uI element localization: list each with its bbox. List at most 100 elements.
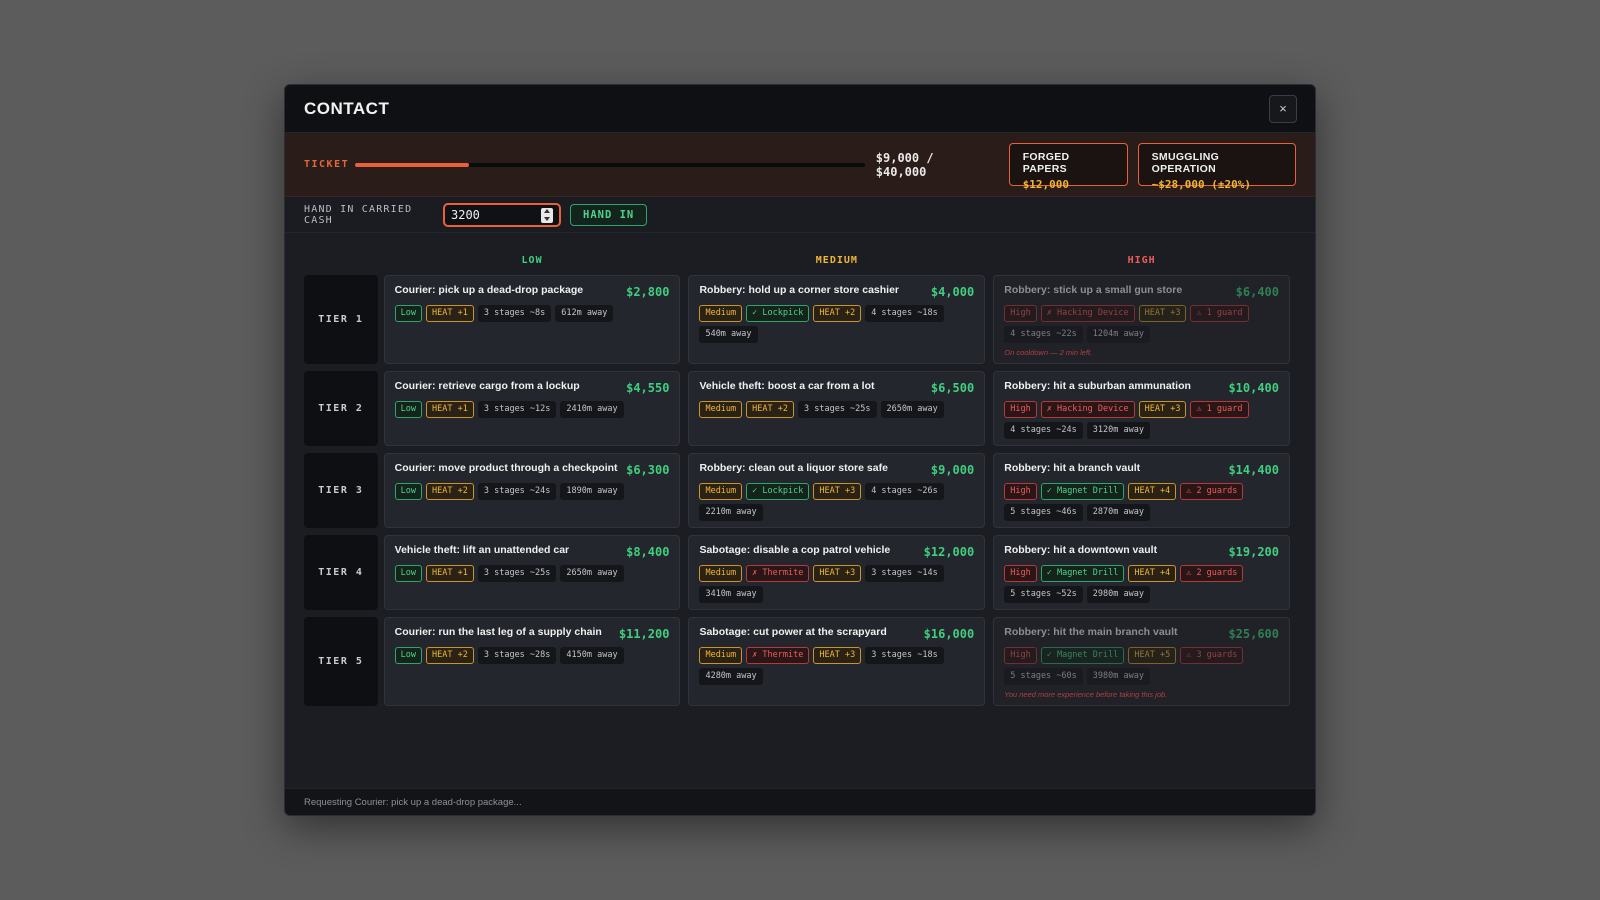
job-card-header: Courier: run the last leg of a supply ch… — [395, 626, 670, 641]
job-price: $10,400 — [1228, 381, 1280, 395]
job-tag-heat: HEAT +3 — [813, 565, 862, 582]
job-card[interactable]: Sabotage: disable a cop patrol vehicle $1… — [688, 535, 986, 610]
job-card[interactable]: Vehicle theft: lift an unattended car $8,… — [383, 535, 681, 610]
job-card[interactable]: Robbery: hit a branch vault $14,400 High ✓ … — [993, 453, 1291, 528]
job-grid: LOW MEDIUM HIGH TIER 1 Courier: pick up a… — [304, 245, 1298, 706]
status-text: Requesting Courier: pick up a dead-drop … — [304, 796, 522, 808]
job-tags: Medium HEAT +2 3 stages ~25s 2650m away — [699, 401, 974, 418]
job-price: $6,400 — [1235, 285, 1280, 299]
job-tag-heat: HEAT +3 — [1138, 305, 1187, 322]
job-card-header: Vehicle theft: lift an unattended car $8,… — [395, 544, 670, 559]
tier-rows: TIER 1 Courier: pick up a dead-drop packa… — [304, 275, 1298, 706]
job-title: Robbery: hit the main branch vault — [1004, 626, 1178, 638]
tier-row: TIER 3 Courier: move product through a ch… — [304, 453, 1298, 528]
job-tag-info: 2650m away — [880, 401, 944, 418]
job-card[interactable]: Courier: move product through a checkpoi… — [383, 453, 681, 528]
job-tag-info: 2980m away — [1086, 586, 1150, 603]
ticket-amount: $9,000 / $40,000 — [875, 150, 934, 179]
ticket-progress-bar — [354, 162, 865, 167]
job-price: $19,200 — [1228, 545, 1280, 559]
job-tag-high: High — [1004, 565, 1037, 582]
hand-in-label: HAND IN CARRIED CASH — [304, 203, 413, 226]
job-title: Robbery: hit a downtown vault — [1004, 544, 1158, 556]
job-tag-heat: HEAT +1 — [426, 401, 474, 418]
job-tag-guard: ⚠ 1 guard — [1190, 401, 1249, 418]
job-tags: Low HEAT +1 3 stages ~8s 612m away — [394, 305, 670, 322]
ticket-options: FORGED PAPERS $12,000 SMUGGLING OPERATIO… — [1008, 143, 1296, 191]
job-tag-info: 3 stages ~14s — [865, 565, 944, 582]
job-title: Courier: pick up a dead-drop package — [394, 284, 584, 296]
job-card[interactable]: Robbery: hold up a corner store cashier $… — [688, 275, 986, 364]
column-header-high: HIGH — [1127, 254, 1156, 266]
job-card[interactable]: Robbery: hit the main branch vault $25,60… — [993, 617, 1291, 706]
hand-in-button[interactable]: HAND IN — [570, 203, 648, 226]
job-tag-bad: ✗ Thermite — [746, 647, 810, 664]
close-button[interactable]: × — [1269, 94, 1297, 123]
job-tag-guard: ⚠ 1 guard — [1190, 305, 1249, 322]
status-bar: Requesting Courier: pick up a dead-drop … — [285, 788, 1315, 815]
job-tag-ok: ✓ Magnet Drill — [1040, 565, 1125, 582]
stepper-down-icon[interactable] — [544, 216, 550, 221]
ticket-label: TICKET — [304, 159, 350, 170]
job-tag-info: 3980m away — [1086, 668, 1150, 685]
job-title: Vehicle theft: lift an unattended car — [394, 544, 570, 556]
job-tag-low: Low — [394, 305, 423, 322]
job-tag-info: 3 stages ~28s — [477, 647, 557, 664]
job-tags: Medium ✗ Thermite HEAT +3 3 stages ~14s 3410… — [699, 565, 974, 603]
job-price: $4,000 — [930, 285, 975, 299]
job-card[interactable]: Courier: retrieve cargo from a lockup $4,… — [383, 371, 681, 446]
job-card[interactable]: Robbery: stick up a small gun store $6,40… — [993, 275, 1291, 364]
job-tags: Medium ✓ Lockpick HEAT +2 4 stages ~18s 540m… — [699, 305, 974, 343]
job-price: $12,000 — [923, 545, 975, 559]
job-card[interactable]: Courier: pick up a dead-drop package $2,8… — [383, 275, 681, 364]
job-tag-heat: HEAT +1 — [426, 565, 474, 582]
tier-row: TIER 1 Courier: pick up a dead-drop packa… — [304, 275, 1298, 364]
job-tag-medium: Medium — [699, 483, 743, 500]
job-card[interactable]: Robbery: hit a downtown vault $19,200 High… — [993, 535, 1291, 610]
job-tag-info: 4150m away — [560, 647, 624, 664]
job-tag-heat: HEAT +2 — [813, 305, 862, 322]
job-note: You need more experience before taking t… — [1004, 690, 1168, 699]
tier-row: TIER 4 Vehicle theft: lift an unattended … — [304, 535, 1298, 610]
job-price: $2,800 — [626, 285, 670, 299]
ticket-option-smuggling-operation[interactable]: SMUGGLING OPERATION ~$28,000 (±20%) — [1137, 143, 1296, 191]
job-card-header: Robbery: hit the main branch vault $25,60… — [1004, 626, 1279, 641]
cash-stepper[interactable] — [541, 207, 553, 223]
hand-in-row: HAND IN CARRIED CASH HAND IN — [285, 197, 1315, 233]
job-tags: Low HEAT +1 3 stages ~25s 2650m away — [394, 565, 670, 582]
job-tag-heat: HEAT +2 — [426, 483, 474, 500]
job-note: On cooldown — 2 min left. — [1004, 348, 1093, 357]
job-price: $14,400 — [1228, 463, 1280, 477]
job-tags: Low HEAT +2 3 stages ~28s 4150m away — [394, 647, 670, 664]
job-tag-info: 3 stages ~8s — [477, 305, 552, 322]
cash-amount-input[interactable] — [451, 207, 531, 222]
job-card[interactable]: Robbery: hit a suburban ammunation $10,40… — [993, 371, 1291, 446]
job-card[interactable]: Vehicle theft: boost a car from a lot $6,… — [688, 371, 986, 446]
stepper-up-icon[interactable] — [544, 209, 550, 214]
job-tag-heat: HEAT +5 — [1128, 647, 1177, 664]
job-tag-info: 3120m away — [1086, 422, 1150, 439]
job-card[interactable]: Courier: run the last leg of a supply ch… — [383, 617, 681, 706]
job-price: $6,500 — [930, 381, 975, 395]
ticket-progress-fill — [354, 162, 470, 167]
job-card[interactable]: Sabotage: cut power at the scrapyard $16,… — [688, 617, 986, 706]
job-tag-info: 4 stages ~26s — [865, 483, 944, 500]
column-header-low: LOW — [521, 254, 543, 266]
job-tag-low: Low — [394, 483, 423, 500]
job-card[interactable]: Robbery: clean out a liquor store safe $9… — [688, 453, 986, 528]
job-tag-info: 3410m away — [699, 586, 763, 603]
job-title: Courier: retrieve cargo from a lockup — [394, 380, 580, 392]
job-tag-heat: HEAT +2 — [426, 647, 474, 664]
job-card-header: Courier: retrieve cargo from a lockup $4,… — [395, 380, 670, 395]
job-tag-info: 4 stages ~22s — [1004, 326, 1083, 343]
job-tag-heat: HEAT +4 — [1128, 565, 1177, 582]
ticket-option-forged-papers[interactable]: FORGED PAPERS $12,000 — [1008, 143, 1128, 191]
job-tag-info: 4 stages ~18s — [865, 305, 944, 322]
modal-header: CONTACT × — [285, 85, 1315, 133]
tier-row: TIER 5 Courier: run the last leg of a sup… — [304, 617, 1298, 706]
job-tag-guard: ⚠ 2 guards — [1180, 565, 1244, 582]
job-price: $6,300 — [626, 463, 670, 477]
job-tag-bad: ✗ Hacking Device — [1040, 401, 1135, 418]
job-tag-high: High — [1004, 483, 1037, 500]
job-card-header: Sabotage: cut power at the scrapyard $16,… — [699, 626, 974, 641]
